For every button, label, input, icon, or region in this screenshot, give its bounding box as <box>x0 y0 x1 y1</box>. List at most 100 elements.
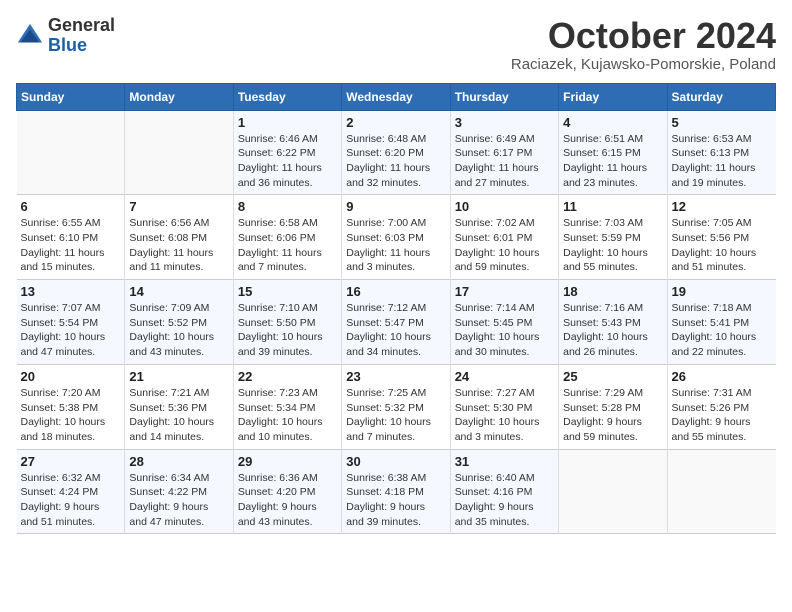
day-number: 16 <box>346 284 445 299</box>
day-number: 13 <box>21 284 121 299</box>
weekday-header-friday: Friday <box>559 83 667 110</box>
calendar-cell <box>17 110 125 195</box>
calendar-cell <box>559 449 667 534</box>
logo: General Blue <box>16 16 115 56</box>
day-number: 17 <box>455 284 554 299</box>
weekday-header-monday: Monday <box>125 83 233 110</box>
day-info: Sunrise: 7:31 AM Sunset: 5:26 PM Dayligh… <box>672 386 772 445</box>
weekday-header-wednesday: Wednesday <box>342 83 450 110</box>
day-info: Sunrise: 6:48 AM Sunset: 6:20 PM Dayligh… <box>346 132 445 191</box>
day-info: Sunrise: 6:32 AM Sunset: 4:24 PM Dayligh… <box>21 471 121 530</box>
day-info: Sunrise: 6:49 AM Sunset: 6:17 PM Dayligh… <box>455 132 554 191</box>
day-info: Sunrise: 7:07 AM Sunset: 5:54 PM Dayligh… <box>21 301 121 360</box>
day-number: 29 <box>238 454 337 469</box>
calendar-cell: 10 Sunrise: 7:02 AM Sunset: 6:01 PM Dayli… <box>450 195 558 280</box>
calendar-week-row: 13 Sunrise: 7:07 AM Sunset: 5:54 PM Dayli… <box>17 280 776 365</box>
calendar-cell: 9Sunrise: 7:00 AM Sunset: 6:03 PM Daylig… <box>342 195 450 280</box>
day-info: Sunrise: 6:53 AM Sunset: 6:13 PM Dayligh… <box>672 132 772 191</box>
calendar-cell: 30 Sunrise: 6:38 AM Sunset: 4:18 PM Dayli… <box>342 449 450 534</box>
calendar-cell: 3 Sunrise: 6:49 AM Sunset: 6:17 PM Daylig… <box>450 110 558 195</box>
day-info: Sunrise: 6:40 AM Sunset: 4:16 PM Dayligh… <box>455 471 554 530</box>
day-number: 7 <box>129 199 228 214</box>
day-info: Sunrise: 6:56 AM Sunset: 6:08 PM Dayligh… <box>129 216 228 275</box>
weekday-header-sunday: Sunday <box>17 83 125 110</box>
day-number: 4 <box>563 115 662 130</box>
day-info: Sunrise: 7:25 AM Sunset: 5:32 PM Dayligh… <box>346 386 445 445</box>
calendar-week-row: 6 Sunrise: 6:55 AM Sunset: 6:10 PM Daylig… <box>17 195 776 280</box>
day-number: 21 <box>129 369 228 384</box>
calendar-cell: 23Sunrise: 7:25 AM Sunset: 5:32 PM Dayli… <box>342 364 450 449</box>
month-title: October 2024 <box>511 16 776 56</box>
calendar-cell: 24 Sunrise: 7:27 AM Sunset: 5:30 PM Dayli… <box>450 364 558 449</box>
day-number: 27 <box>21 454 121 469</box>
day-info: Sunrise: 7:27 AM Sunset: 5:30 PM Dayligh… <box>455 386 554 445</box>
day-number: 5 <box>672 115 772 130</box>
day-info: Sunrise: 6:38 AM Sunset: 4:18 PM Dayligh… <box>346 471 445 530</box>
day-info: Sunrise: 7:12 AM Sunset: 5:47 PM Dayligh… <box>346 301 445 360</box>
day-info: Sunrise: 6:36 AM Sunset: 4:20 PM Dayligh… <box>238 471 337 530</box>
day-number: 10 <box>455 199 554 214</box>
location-subtitle: Raciazek, Kujawsko-Pomorskie, Poland <box>511 56 776 73</box>
calendar-cell: 11 Sunrise: 7:03 AM Sunset: 5:59 PM Dayli… <box>559 195 667 280</box>
calendar-week-row: 1 Sunrise: 6:46 AM Sunset: 6:22 PM Daylig… <box>17 110 776 195</box>
day-number: 6 <box>21 199 121 214</box>
day-number: 3 <box>455 115 554 130</box>
day-number: 11 <box>563 199 662 214</box>
day-info: Sunrise: 7:16 AM Sunset: 5:43 PM Dayligh… <box>563 301 662 360</box>
weekday-header-saturday: Saturday <box>667 83 775 110</box>
day-number: 26 <box>672 369 772 384</box>
day-info: Sunrise: 6:55 AM Sunset: 6:10 PM Dayligh… <box>21 216 121 275</box>
calendar-cell: 28Sunrise: 6:34 AM Sunset: 4:22 PM Dayli… <box>125 449 233 534</box>
calendar-cell: 29 Sunrise: 6:36 AM Sunset: 4:20 PM Dayli… <box>233 449 341 534</box>
day-info: Sunrise: 7:20 AM Sunset: 5:38 PM Dayligh… <box>21 386 121 445</box>
day-info: Sunrise: 7:03 AM Sunset: 5:59 PM Dayligh… <box>563 216 662 275</box>
day-info: Sunrise: 7:18 AM Sunset: 5:41 PM Dayligh… <box>672 301 772 360</box>
page-header: General Blue October 2024 Raciazek, Kuja… <box>16 16 776 73</box>
day-number: 12 <box>672 199 772 214</box>
day-info: Sunrise: 6:46 AM Sunset: 6:22 PM Dayligh… <box>238 132 337 191</box>
calendar-cell: 16 Sunrise: 7:12 AM Sunset: 5:47 PM Dayli… <box>342 280 450 365</box>
day-number: 25 <box>563 369 662 384</box>
calendar-cell: 12 Sunrise: 7:05 AM Sunset: 5:56 PM Dayli… <box>667 195 775 280</box>
calendar-cell: 20Sunrise: 7:20 AM Sunset: 5:38 PM Dayli… <box>17 364 125 449</box>
calendar-cell: 21 Sunrise: 7:21 AM Sunset: 5:36 PM Dayli… <box>125 364 233 449</box>
calendar-cell: 2 Sunrise: 6:48 AM Sunset: 6:20 PM Daylig… <box>342 110 450 195</box>
day-info: Sunrise: 6:58 AM Sunset: 6:06 PM Dayligh… <box>238 216 337 275</box>
calendar-cell <box>125 110 233 195</box>
day-info: Sunrise: 7:05 AM Sunset: 5:56 PM Dayligh… <box>672 216 772 275</box>
calendar-cell: 15 Sunrise: 7:10 AM Sunset: 5:50 PM Dayli… <box>233 280 341 365</box>
calendar-week-row: 27 Sunrise: 6:32 AM Sunset: 4:24 PM Dayli… <box>17 449 776 534</box>
calendar-cell: 6 Sunrise: 6:55 AM Sunset: 6:10 PM Daylig… <box>17 195 125 280</box>
day-info: Sunrise: 7:29 AM Sunset: 5:28 PM Dayligh… <box>563 386 662 445</box>
day-number: 19 <box>672 284 772 299</box>
day-info: Sunrise: 6:34 AM Sunset: 4:22 PM Dayligh… <box>129 471 228 530</box>
day-info: Sunrise: 7:10 AM Sunset: 5:50 PM Dayligh… <box>238 301 337 360</box>
calendar-cell: 13 Sunrise: 7:07 AM Sunset: 5:54 PM Dayli… <box>17 280 125 365</box>
calendar-cell: 22 Sunrise: 7:23 AM Sunset: 5:34 PM Dayli… <box>233 364 341 449</box>
calendar-cell: 1 Sunrise: 6:46 AM Sunset: 6:22 PM Daylig… <box>233 110 341 195</box>
calendar-cell: 14Sunrise: 7:09 AM Sunset: 5:52 PM Dayli… <box>125 280 233 365</box>
day-info: Sunrise: 7:21 AM Sunset: 5:36 PM Dayligh… <box>129 386 228 445</box>
day-info: Sunrise: 7:23 AM Sunset: 5:34 PM Dayligh… <box>238 386 337 445</box>
weekday-header-thursday: Thursday <box>450 83 558 110</box>
calendar-cell: 4Sunrise: 6:51 AM Sunset: 6:15 PM Daylig… <box>559 110 667 195</box>
logo-icon <box>16 22 44 50</box>
weekday-header-row: SundayMondayTuesdayWednesdayThursdayFrid… <box>17 83 776 110</box>
day-info: Sunrise: 7:02 AM Sunset: 6:01 PM Dayligh… <box>455 216 554 275</box>
day-number: 30 <box>346 454 445 469</box>
day-number: 18 <box>563 284 662 299</box>
day-number: 22 <box>238 369 337 384</box>
day-number: 15 <box>238 284 337 299</box>
day-number: 2 <box>346 115 445 130</box>
day-info: Sunrise: 7:00 AM Sunset: 6:03 PM Dayligh… <box>346 216 445 275</box>
calendar-cell: 18 Sunrise: 7:16 AM Sunset: 5:43 PM Dayli… <box>559 280 667 365</box>
calendar-cell: 26 Sunrise: 7:31 AM Sunset: 5:26 PM Dayli… <box>667 364 775 449</box>
calendar-cell: 5 Sunrise: 6:53 AM Sunset: 6:13 PM Daylig… <box>667 110 775 195</box>
calendar-cell: 8Sunrise: 6:58 AM Sunset: 6:06 PM Daylig… <box>233 195 341 280</box>
calendar-table: SundayMondayTuesdayWednesdayThursdayFrid… <box>16 83 776 535</box>
day-number: 24 <box>455 369 554 384</box>
day-number: 1 <box>238 115 337 130</box>
calendar-cell: 27 Sunrise: 6:32 AM Sunset: 4:24 PM Dayli… <box>17 449 125 534</box>
title-block: October 2024 Raciazek, Kujawsko-Pomorski… <box>511 16 776 73</box>
weekday-header-tuesday: Tuesday <box>233 83 341 110</box>
